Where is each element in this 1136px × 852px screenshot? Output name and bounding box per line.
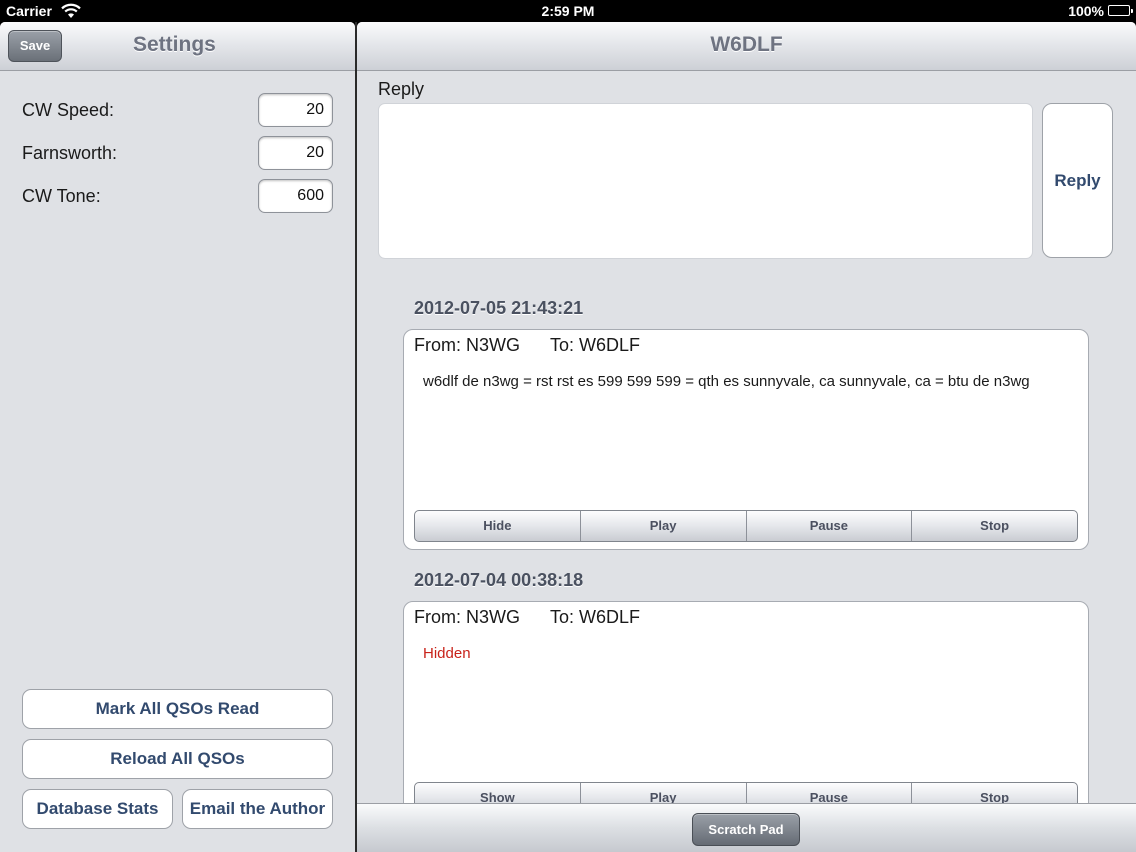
qso-hidden-label: Hidden	[423, 645, 471, 662]
settings-title: Settings	[133, 33, 216, 56]
qso-to: To: W6DLF	[550, 335, 641, 355]
qso-from: From: N3WG	[414, 335, 520, 355]
qso-from: From: N3WG	[414, 607, 520, 627]
status-bar: Carrier 2:59 PM 100%	[0, 0, 1136, 22]
bottom-toolbar: Scratch Pad	[357, 803, 1136, 852]
cw-tone-input[interactable]	[258, 179, 333, 213]
status-time: 2:59 PM	[541, 3, 595, 19]
reload-all-button[interactable]: Reload All QSOs	[22, 739, 333, 779]
settings-navbar: Save Settings	[0, 22, 355, 71]
qso-message: w6dlf de n3wg = rst rst es 599 599 599 =…	[423, 373, 1030, 390]
qso-to: To: W6DLF	[550, 607, 641, 627]
battery-percent: 100%	[1068, 3, 1104, 19]
pause-button[interactable]: Pause	[747, 511, 913, 541]
hide-button[interactable]: Hide	[415, 511, 581, 541]
detail-panel: W6DLF Reply Reply 2012-07-05 21:43:21 Fr…	[357, 22, 1136, 852]
mark-all-read-button[interactable]: Mark All QSOs Read	[22, 689, 333, 729]
qso-card: From: N3WG To: W6DLF w6dlf de n3wg = rst…	[403, 329, 1089, 550]
reply-button[interactable]: Reply	[1042, 103, 1113, 258]
database-stats-button[interactable]: Database Stats	[22, 789, 173, 829]
scratch-pad-button[interactable]: Scratch Pad	[692, 813, 800, 846]
battery-icon	[1108, 5, 1133, 16]
settings-panel: Save Settings CW Speed: Farnsworth: CW T…	[0, 22, 355, 852]
qso-date: 2012-07-04 00:38:18	[414, 570, 584, 590]
play-button[interactable]: Play	[581, 511, 747, 541]
detail-navbar: W6DLF	[357, 22, 1136, 71]
email-author-button[interactable]: Email the Author	[182, 789, 333, 829]
cw-speed-input[interactable]	[258, 93, 333, 127]
qso-controls: Hide Play Pause Stop	[414, 510, 1078, 542]
save-button[interactable]: Save	[8, 30, 62, 62]
farnsworth-input[interactable]	[258, 136, 333, 170]
cw-speed-label: CW Speed:	[22, 100, 115, 120]
stop-button[interactable]: Stop	[912, 511, 1077, 541]
detail-title: W6DLF	[710, 33, 783, 56]
farnsworth-label: Farnsworth:	[22, 143, 118, 163]
reply-label: Reply	[378, 79, 425, 99]
qso-date: 2012-07-05 21:43:21	[414, 298, 584, 318]
reply-input[interactable]	[378, 103, 1033, 259]
cw-tone-label: CW Tone:	[22, 186, 101, 206]
